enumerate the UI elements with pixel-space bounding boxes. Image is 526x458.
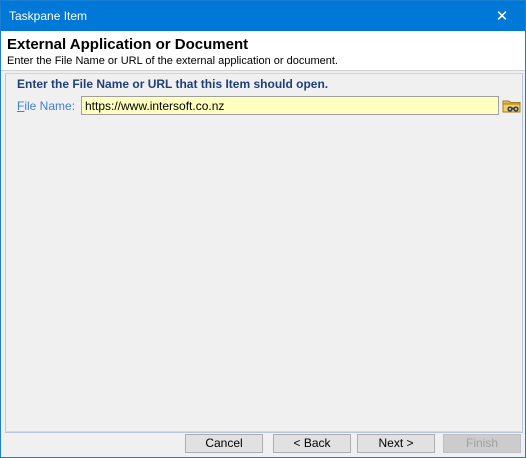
file-name-label: File Name: xyxy=(17,99,75,113)
close-icon[interactable]: ✕ xyxy=(479,1,525,31)
page-subtitle: Enter the File Name or URL of the extern… xyxy=(7,55,338,67)
content-panel xyxy=(5,73,523,433)
cancel-button[interactable]: Cancel xyxy=(185,434,263,453)
page-title: External Application or Document xyxy=(7,36,249,53)
wizard-header: External Application or Document Enter t… xyxy=(1,31,525,71)
file-name-label-rest: ile Name: xyxy=(24,99,76,113)
binoculars-folder-icon[interactable] xyxy=(502,97,522,114)
back-button[interactable]: < Back xyxy=(273,434,351,453)
instruction-text: Enter the File Name or URL that this Ite… xyxy=(17,77,329,91)
footer-divider xyxy=(5,431,521,432)
dialog-window: Taskpane Item ✕ External Application or … xyxy=(0,0,526,458)
finish-button[interactable]: Finish xyxy=(443,434,521,453)
next-button[interactable]: Next > xyxy=(357,434,435,453)
file-name-input[interactable] xyxy=(81,96,499,115)
title-bar[interactable]: Taskpane Item ✕ xyxy=(1,1,525,31)
window-title: Taskpane Item xyxy=(9,9,88,23)
